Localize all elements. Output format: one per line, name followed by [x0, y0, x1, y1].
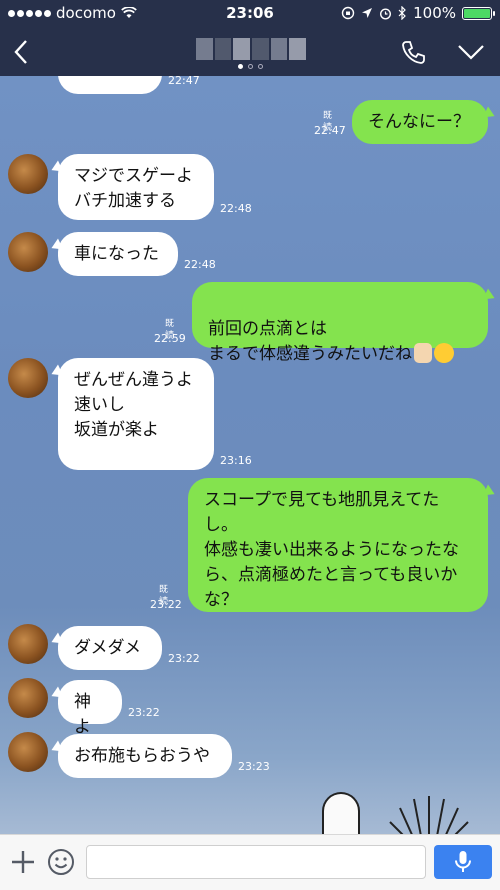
battery-percent: 100%	[413, 4, 456, 22]
message-input-bar	[0, 834, 500, 890]
message-bubble[interactable]: スコープで見ても地肌見えてた し。 体感も凄い出来るようになったな ら、点滴極め…	[188, 478, 488, 612]
message-bubble[interactable]	[58, 76, 162, 94]
message-time: 22:47	[314, 124, 346, 137]
status-bar: docomo 23:06 100%	[0, 0, 500, 28]
message-input[interactable]	[86, 845, 426, 879]
message-bubble[interactable]: そんなにー？	[352, 100, 488, 144]
phone-icon	[402, 41, 425, 64]
call-button[interactable]	[400, 38, 428, 66]
avatar[interactable]	[8, 678, 48, 718]
chat-header	[0, 28, 500, 76]
message-bubble[interactable]: 神よ	[58, 680, 122, 737]
message-time: 22:47	[168, 76, 200, 87]
message-time: 23:23	[238, 760, 270, 773]
smiley-icon	[48, 849, 74, 875]
message-text: 前回の点滴とは まるで体感違うみたいだね	[208, 319, 412, 364]
bluetooth-icon	[398, 6, 406, 20]
message-time: 23:22	[128, 706, 160, 719]
message-bubble[interactable]: ぜんぜん違うよ 速いし 坂道が楽よ	[58, 358, 214, 470]
background-character-illustration	[322, 792, 360, 834]
grinning-sweat-emoji-icon	[434, 343, 454, 363]
message-bubble[interactable]: 車になった	[58, 232, 178, 276]
chevron-left-icon	[14, 40, 27, 64]
avatar[interactable]	[8, 358, 48, 398]
thumbs-up-emoji-icon	[414, 343, 432, 363]
chat-area[interactable]: 22:47 既読 22:47 そんなにー？ マジでスゲーよ バチ加速する 22:…	[0, 76, 500, 834]
emoji-button[interactable]	[46, 847, 76, 877]
message-time: 22:48	[184, 258, 216, 271]
plus-button[interactable]	[8, 847, 38, 877]
alarm-icon	[380, 7, 392, 20]
location-icon	[362, 8, 373, 18]
message-time: 23:22	[150, 598, 182, 611]
voice-message-button[interactable]	[434, 845, 492, 879]
microphone-icon	[455, 851, 471, 872]
message-bubble[interactable]: ダメダメ	[58, 626, 162, 670]
message-bubble[interactable]: マジでスゲーよ バチ加速する	[58, 154, 214, 220]
chevron-down-icon	[458, 45, 484, 60]
avatar[interactable]	[8, 732, 48, 772]
status-right: 100%	[341, 4, 495, 22]
avatar[interactable]	[8, 624, 48, 664]
message-time: 22:48	[220, 202, 252, 215]
background-burst-lines-illustration	[389, 796, 469, 834]
message-time: 22:59	[154, 332, 186, 345]
message-time: 23:22	[168, 652, 200, 665]
battery-icon	[462, 6, 495, 20]
battery-fill	[464, 8, 490, 18]
contact-name-pixelated[interactable]	[196, 38, 307, 60]
menu-button[interactable]	[456, 40, 486, 64]
plus-icon	[12, 851, 34, 873]
avatar[interactable]	[8, 154, 48, 194]
message-time: 23:16	[220, 454, 252, 467]
message-bubble[interactable]: 前回の点滴とは まるで体感違うみたいだね	[192, 282, 488, 364]
avatar[interactable]	[8, 232, 48, 272]
message-bubble[interactable]: お布施もらおうや	[58, 734, 232, 778]
rotation-lock-icon	[341, 6, 355, 20]
